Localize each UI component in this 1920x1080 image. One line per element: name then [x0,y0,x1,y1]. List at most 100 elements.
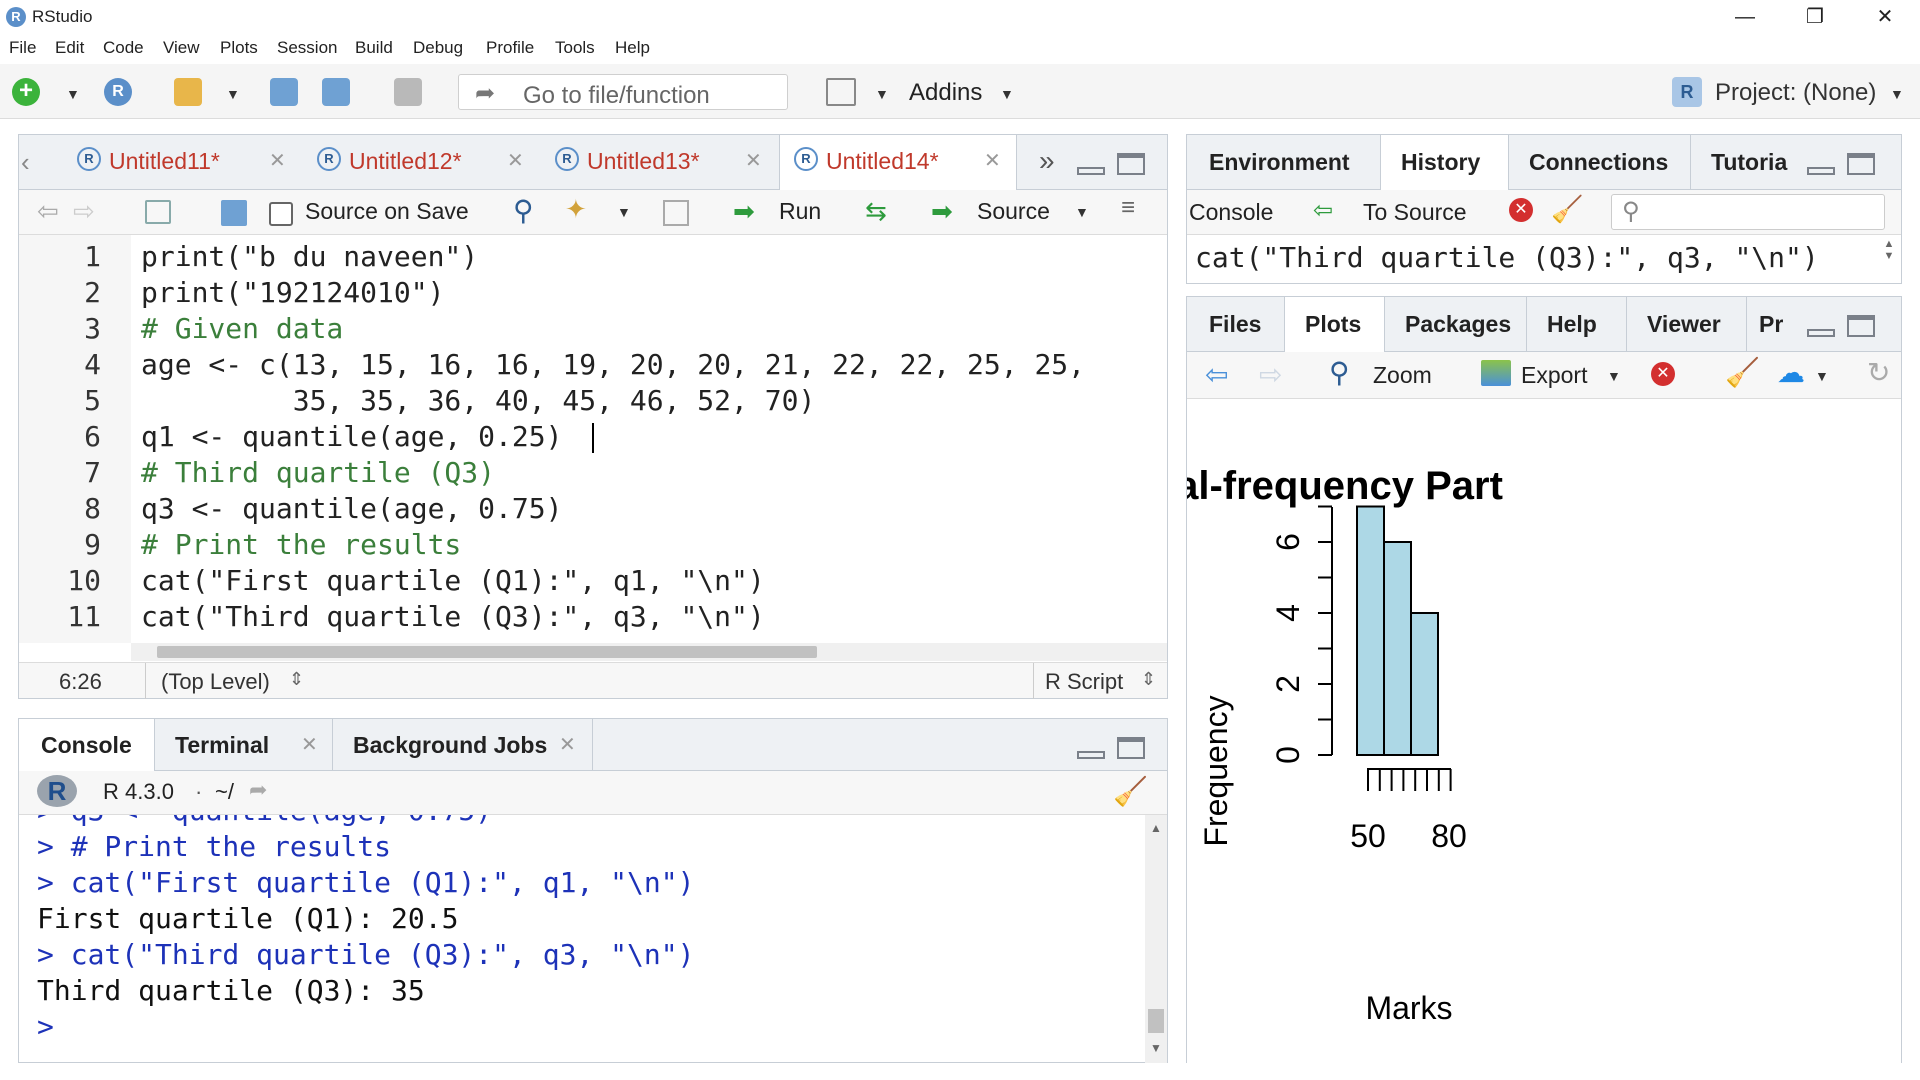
source-button[interactable]: Source [977,198,1050,225]
close-tab-icon[interactable]: ✕ [745,148,762,173]
chevron-down-icon[interactable]: ▼ [1607,368,1621,384]
minimize-button[interactable]: — [1710,0,1780,34]
run-button[interactable]: Run [779,198,821,225]
publish-icon[interactable]: ☁ [1777,356,1805,389]
zoom-icon[interactable]: ⚲ [1329,356,1350,389]
file-type-selector[interactable]: R Script [1045,669,1123,695]
goto-file-input[interactable]: ➦ Go to file/function [458,74,788,110]
tab-untitled13[interactable]: R Untitled13* ✕ [541,135,779,189]
chevron-down-icon[interactable]: ▼ [226,86,240,102]
tab-help[interactable]: Help [1527,297,1627,351]
scroll-tabs-left-icon[interactable]: ‹ [21,147,30,178]
tab-untitled11[interactable]: R Untitled11* ✕ [63,135,303,189]
back-arrow-icon[interactable]: ⇦ [37,196,59,227]
chevron-down-icon[interactable]: ▼ [1815,368,1829,384]
menu-view[interactable]: View [163,38,200,58]
source-arrow-icon[interactable]: ➡ [931,196,953,227]
tab-tutorial[interactable]: Tutoria [1691,135,1801,189]
restore-button[interactable]: ❐ [1780,0,1850,34]
scope-selector[interactable]: (Top Level) [161,669,270,695]
save-all-icon[interactable] [322,78,350,106]
tab-untitled12[interactable]: R Untitled12* ✕ [303,135,541,189]
close-tab-icon[interactable]: ✕ [269,148,286,173]
close-tab-icon[interactable]: ✕ [984,148,1001,173]
forward-arrow-icon[interactable]: ⇨ [73,196,95,227]
close-button[interactable]: ✕ [1850,0,1920,34]
menu-help[interactable]: Help [615,38,650,58]
maximize-pane-icon[interactable] [1117,737,1147,759]
save-icon[interactable] [221,200,247,226]
maximize-pane-icon[interactable] [1117,153,1147,175]
menu-debug[interactable]: Debug [413,38,463,58]
maximize-pane-icon[interactable] [1847,153,1877,175]
tab-console[interactable]: Console [19,719,155,772]
close-tab-icon[interactable]: ✕ [301,732,318,757]
tab-viewer[interactable]: Viewer [1627,297,1747,351]
menu-profile[interactable]: Profile [486,38,534,58]
minimize-pane-icon[interactable] [1807,153,1837,175]
tab-history[interactable]: History [1381,135,1509,191]
history-search-input[interactable]: ⚲ [1611,194,1885,230]
remove-plot-icon[interactable]: ✕ [1651,362,1675,386]
close-tab-icon[interactable]: ✕ [559,732,576,757]
minimize-pane-icon[interactable] [1077,737,1107,759]
more-tabs-icon[interactable]: » [1039,145,1055,177]
code-area[interactable]: print("b du naveen") print("192124010") # … [141,239,1161,639]
print-icon[interactable] [394,78,422,106]
tab-connections[interactable]: Connections [1509,135,1691,189]
save-icon[interactable] [270,78,298,106]
new-project-icon[interactable]: R [104,78,132,106]
grid-layout-icon[interactable] [826,78,856,106]
new-file-icon[interactable]: + [12,78,40,106]
menu-session[interactable]: Session [277,38,337,58]
close-tab-icon[interactable]: ✕ [507,148,524,173]
menu-plots[interactable]: Plots [220,38,258,58]
to-console-button[interactable]: Console [1189,199,1273,226]
maximize-pane-icon[interactable] [1847,315,1877,337]
open-folder-icon[interactable] [174,78,202,106]
menu-code[interactable]: Code [103,38,144,58]
source-on-save-checkbox[interactable] [269,202,293,226]
tab-packages[interactable]: Packages [1385,297,1527,351]
menu-tools[interactable]: Tools [555,38,595,58]
show-in-window-icon[interactable] [145,200,171,224]
working-directory[interactable]: ~/ [215,779,234,805]
zoom-button[interactable]: Zoom [1373,362,1432,389]
export-button[interactable]: Export [1521,362,1587,389]
broom-icon[interactable]: 🧹 [1551,194,1583,225]
tab-untitled14[interactable]: R Untitled14* ✕ [779,135,1017,191]
chevron-down-icon[interactable]: ▼ [1075,204,1089,220]
outline-icon[interactable]: ≡ [1121,194,1135,222]
history-entry[interactable]: cat("Third quartile (Q3):", q3, "\n") [1195,238,1875,282]
tab-environment[interactable]: Environment [1187,135,1381,189]
console-output[interactable]: > q3 <- quantile(age, 0.75) > # Print th… [19,815,1145,1063]
tab-files[interactable]: Files [1187,297,1285,351]
vertical-scrollbar[interactable]: ▲ ▼ [1145,815,1167,1063]
to-source-button[interactable]: To Source [1363,199,1467,226]
horizontal-scrollbar[interactable] [131,643,1167,661]
search-icon[interactable]: ⚲ [513,194,534,227]
scrollbar-thumb[interactable] [1148,1009,1164,1033]
minimize-pane-icon[interactable] [1807,315,1837,337]
addins-menu[interactable]: Addins [909,79,982,107]
next-plot-icon[interactable]: ⇨ [1259,358,1282,391]
magic-wand-icon[interactable]: ✦ [565,194,587,225]
refresh-icon[interactable]: ↻ [1867,356,1890,389]
scroll-up-icon[interactable]: ▲ [1150,821,1162,835]
minimize-pane-icon[interactable] [1077,153,1107,175]
compile-report-icon[interactable] [663,200,689,226]
chevron-down-icon[interactable]: ▼ [617,204,631,220]
history-scrollbar[interactable]: ▲ ▼ [1879,238,1899,282]
broom-icon[interactable]: 🧹 [1725,356,1760,389]
project-menu[interactable]: Project: (None) [1715,79,1876,107]
tab-presentation[interactable]: Pr [1747,297,1799,351]
chevron-down-icon[interactable]: ▼ [66,86,80,102]
scroll-down-icon[interactable]: ▼ [1150,1041,1162,1055]
clear-console-icon[interactable]: 🧹 [1113,775,1148,808]
previous-plot-icon[interactable]: ⇦ [1205,358,1228,391]
tab-plots[interactable]: Plots [1285,297,1385,353]
tab-background-jobs[interactable]: Background Jobs ✕ [333,719,593,770]
scrollbar-thumb[interactable] [157,646,817,658]
goto-directory-icon[interactable]: ➦ [249,777,267,803]
rerun-icon[interactable]: ⇆ [865,196,887,227]
